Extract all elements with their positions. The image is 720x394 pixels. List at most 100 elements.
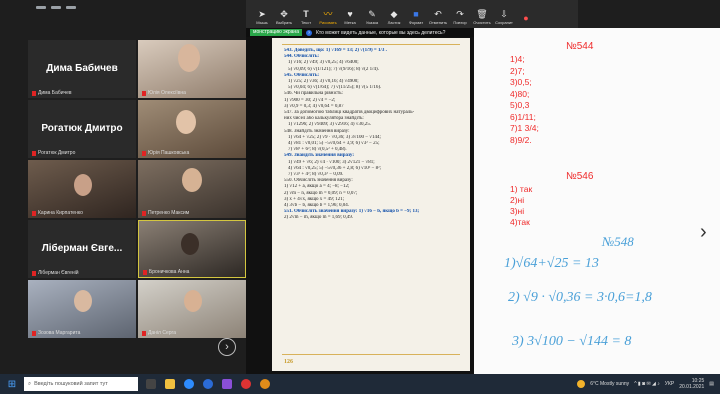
handwritten-line-2: 2) √9 · √0,36 = 3·0,6=1,8: [508, 290, 652, 305]
answer-line: 3)0,5;: [510, 77, 532, 87]
tray-icons[interactable]: ^ ▮ ◙ ✉ ◢ ♪: [634, 381, 660, 387]
textbook-page: 543. Доведіть, що: 1) √169 = 13; 2) √(1/…: [272, 38, 470, 371]
participant-video[interactable]: Даніл Серга: [138, 280, 246, 338]
toolbar-format[interactable]: ■ Формат: [406, 3, 426, 25]
participant-video[interactable]: Юлія Олексіївна: [138, 40, 246, 98]
toolbar-eraser[interactable]: ◆ Ластик: [384, 3, 404, 25]
toolbar-save[interactable]: ⇩ Сохранит: [494, 3, 514, 25]
taskbar-search-input[interactable]: ⌕ Введіть пошуковий запит тут: [24, 377, 138, 391]
answers-546: 1) так 2)ні 3)ні 4)так: [510, 184, 532, 228]
toolbar-clear[interactable]: 🗑 Очистить: [472, 3, 492, 25]
redo-icon: ↷: [456, 9, 464, 19]
page-rule: [282, 44, 460, 45]
page-number: 126: [284, 358, 293, 365]
page-rule: [282, 354, 460, 355]
face-icon: [181, 233, 199, 255]
toolbar-select[interactable]: ✥ Выбрать: [274, 3, 294, 25]
toolbar-spotlight[interactable]: ✎ Указка: [362, 3, 382, 25]
face-icon: [74, 290, 92, 312]
answer-line: 5)0,3: [510, 100, 530, 110]
spotlight-icon: ✎: [368, 9, 376, 19]
select-icon: ✥: [280, 9, 288, 19]
answers-544: 1)4; 2)7; 3)0,5; 4)80; 5)0,3 6)1/11; 7)1 3/4; 8…: [510, 54, 539, 146]
face-icon: [182, 168, 202, 192]
toolbar-mouse[interactable]: ➤ Мышь: [252, 3, 272, 25]
zoom-window: Дима Бабичев Дима Бабичев Юлія Олексіївн…: [0, 0, 720, 374]
zoom-icon[interactable]: [203, 379, 213, 389]
answer-line: 8)9/2.: [510, 134, 532, 145]
exercise-546-title: №546: [566, 171, 594, 182]
participant-video[interactable]: Юрiя Пашковська: [138, 100, 246, 158]
participant-name: Карина Кирпатенко: [32, 210, 83, 216]
windows-taskbar: ⊞ ⌕ Введіть пошуковий запит тут 6°C Most…: [0, 374, 720, 394]
participant-name: Рогатюк Дмитро: [32, 150, 75, 156]
participant-big-name: Дима Бабичев: [46, 63, 118, 75]
chevron-right-icon[interactable]: ›: [700, 222, 714, 244]
toolbar-close[interactable]: ●: [516, 3, 536, 25]
face-icon: [74, 174, 92, 196]
sharing-question[interactable]: Кто может видеть данные, которые вы здес…: [316, 30, 445, 36]
answer-line: 4)80;: [510, 88, 530, 99]
participant-name: Дима Бабичев: [32, 90, 72, 96]
file-explorer-icon[interactable]: [165, 379, 175, 389]
handwritten-line-3: 3) 3√100 − √144 = 8: [512, 334, 632, 349]
weather-icon: [577, 380, 586, 388]
save-icon: ⇩: [500, 9, 508, 19]
chrome-icon[interactable]: [241, 379, 251, 389]
next-page-button[interactable]: ›: [218, 338, 236, 356]
participant-tile[interactable]: Рогатюк Дмитро Рогатюк Дмитро: [28, 100, 136, 158]
participant-name: Ліберман Євгеній: [32, 270, 79, 276]
answer-line: 6)1/11;: [510, 111, 536, 122]
participant-name: Броничкова Анна: [143, 269, 189, 275]
taskbar-apps: [146, 379, 270, 389]
toolbar-draw[interactable]: 〰 Рисовать: [318, 3, 338, 25]
participant-name: Юлія Олексіївна: [142, 90, 186, 96]
participant-video-active-speaker[interactable]: Броничкова Анна: [138, 220, 246, 278]
whiteboard[interactable]: №544 1)4; 2)7; 3)0,5; 4)80; 5)0,3 6)1/11; 7)1 …: [474, 28, 720, 374]
toolbar-text[interactable]: T Текст: [296, 3, 316, 25]
edge-icon[interactable]: [184, 379, 194, 389]
task-view-icon[interactable]: [146, 379, 156, 389]
participant-tile[interactable]: Дима Бабичев Дима Бабичев: [28, 40, 136, 98]
textbook-lines: 543. Доведіть, що: 1) √169 = 13; 2) √(1/…: [284, 48, 460, 222]
participant-name: Юрiя Пашковська: [142, 150, 189, 156]
participant-video[interactable]: Петренко Максим: [138, 160, 246, 218]
toolbar-undo[interactable]: ↶ Отменить: [428, 3, 448, 25]
undo-icon: ↶: [434, 9, 442, 19]
toolbar-stamp[interactable]: ♥ Метка: [340, 3, 360, 25]
question-icon: ?: [305, 29, 312, 36]
sharing-status: монстрацию экрана: [250, 29, 302, 36]
face-icon: [184, 290, 202, 312]
answer-line: 1) так: [510, 184, 533, 194]
draw-icon: 〰: [323, 9, 333, 19]
handwritten-line-1: 1)√64+√25 = 13: [504, 256, 599, 271]
clock[interactable]: 10:25 20.01.2021: [679, 378, 704, 390]
app-icon[interactable]: [222, 379, 232, 389]
answer-line: 7)1 3/4;: [510, 123, 539, 133]
textbook-line: 2) 2√m − m, якщо m = 1,69; 0,49.: [284, 215, 354, 221]
system-tray: 6°C Mostly sunny ^ ▮ ◙ ✉ ◢ ♪ УКР 10:25 2…: [577, 374, 714, 394]
notification-icon[interactable]: ▤: [709, 381, 714, 387]
answer-line: 2)ні: [510, 195, 525, 205]
toolbar-redo[interactable]: ↷ Повтор: [450, 3, 470, 25]
handwritten-548-title: №548: [602, 234, 634, 249]
participant-name: Петренко Максим: [142, 210, 189, 216]
browser-icon[interactable]: [260, 379, 270, 389]
weather-text[interactable]: 6°C Mostly sunny: [590, 381, 629, 387]
eraser-icon: ◆: [390, 9, 398, 19]
participants-panel: Дима Бабичев Дима Бабичев Юлія Олексіївн…: [28, 40, 246, 370]
participant-video[interactable]: Карина Кирпатенко: [28, 160, 136, 218]
participant-name: Зозова Маргарита: [32, 330, 80, 336]
window-controls[interactable]: [36, 6, 76, 9]
answer-line: 3)ні: [510, 206, 525, 216]
participant-video[interactable]: Зозова Маргарита: [28, 280, 136, 338]
face-icon: [178, 44, 200, 72]
language-indicator[interactable]: УКР: [665, 381, 674, 387]
participant-big-name: Ліберман Євге...: [41, 243, 123, 255]
participant-tile[interactable]: Ліберман Євге... Ліберман Євгеній: [28, 220, 136, 278]
close-icon: ●: [523, 13, 529, 23]
answer-line: 4)так: [510, 217, 530, 227]
stamp-icon: ♥: [347, 9, 353, 19]
windows-start-icon[interactable]: ⊞: [0, 374, 24, 394]
face-icon: [176, 110, 196, 134]
